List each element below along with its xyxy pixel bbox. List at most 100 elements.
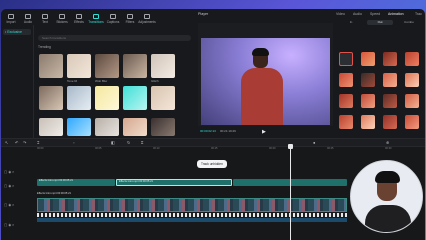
transition-thumb[interactable]: [67, 54, 91, 78]
player-controls: 00:00:02:13 00:21:19:29 ▶: [198, 127, 333, 137]
animation-preset[interactable]: [339, 94, 353, 108]
tab-label: Adjustments: [138, 20, 156, 24]
track-controls[interactable]: ▢ ◉ ◐: [4, 170, 14, 174]
transition-thumb[interactable]: [123, 118, 147, 136]
transition-thumb[interactable]: [67, 86, 91, 110]
tab-speed[interactable]: Speed: [370, 12, 380, 16]
redo-icon[interactable]: ↷: [23, 140, 26, 145]
overlay-clip[interactable]: Effects Intro.mp4 00:00:05:21: [37, 179, 115, 186]
animation-preset[interactable]: [339, 115, 353, 129]
edit-toolbar: ↖ ↶ ↷ ⌶ ▫ ◧ ↻ ⌗ ● ⊕: [1, 138, 425, 147]
crop-icon[interactable]: ⌗: [141, 140, 143, 145]
overlay-clip[interactable]: Effects Intro.mp4 00:00:05:21: [116, 179, 232, 186]
animation-preset[interactable]: [383, 94, 397, 108]
mirror-icon[interactable]: ◧: [111, 140, 115, 145]
animation-preset[interactable]: [405, 115, 419, 129]
transition-thumb[interactable]: [95, 86, 119, 110]
main-video-clip[interactable]: [37, 198, 347, 212]
presenter-hair: [252, 48, 269, 56]
transitions-panel: Search transitions Trending Tone Ri Wob …: [34, 25, 197, 138]
ruler-tick: 00:30: [385, 147, 392, 150]
clip-name: Effects Intro.mp4 00:00:05:21: [39, 179, 73, 182]
tab-video[interactable]: Video: [336, 12, 345, 16]
ruler-tick: 00:25: [327, 147, 334, 150]
rotate-icon[interactable]: ↻: [127, 140, 130, 145]
subtab-out[interactable]: Out: [367, 20, 393, 25]
tab-stickers[interactable]: Stickers: [54, 9, 70, 24]
track-controls[interactable]: ▢ ◉ ◐: [4, 184, 14, 188]
tab-captions[interactable]: Captions: [105, 9, 121, 24]
current-timecode: 00:00:02:13: [200, 129, 216, 133]
thumb-label: Glitch: [151, 79, 159, 83]
tab-text[interactable]: Text: [37, 9, 53, 24]
tab-label: Import: [6, 20, 16, 24]
clip-name: Effects Intro.mp4 00:00:05:21: [119, 180, 153, 183]
subtab-combo[interactable]: Combo: [396, 20, 422, 25]
mic-icon[interactable]: ●: [313, 140, 315, 145]
thumb-label: Wob Blur: [95, 79, 108, 83]
play-icon[interactable]: ▶: [262, 129, 266, 135]
adjustments-icon: [144, 14, 150, 19]
animation-preset[interactable]: [405, 73, 419, 87]
zoom-slider-icon[interactable]: ⊕: [386, 140, 389, 145]
animation-preset[interactable]: [339, 73, 353, 87]
transition-thumb[interactable]: [151, 86, 175, 110]
section-label: Trending: [38, 45, 51, 49]
captions-icon: [110, 14, 116, 19]
audio-icon: [25, 14, 31, 19]
tab-effects[interactable]: Effects: [71, 9, 87, 24]
animation-preset[interactable]: [405, 52, 419, 66]
transition-thumb[interactable]: [95, 54, 119, 78]
sticker-icon: [59, 14, 65, 19]
animation-preset[interactable]: [405, 94, 419, 108]
effects-icon: [76, 14, 82, 19]
transition-thumb[interactable]: [39, 86, 63, 110]
delete-icon[interactable]: ▫: [73, 140, 74, 145]
tab-transitions[interactable]: Transitions: [88, 9, 104, 24]
tab-label: Text: [42, 20, 48, 24]
animation-preset[interactable]: [361, 52, 375, 66]
category-exclusive[interactable]: • Exclusive: [3, 29, 31, 35]
tab-tracking[interactable]: Trac: [415, 12, 422, 16]
tab-animation[interactable]: Animation: [388, 12, 404, 16]
transition-thumb[interactable]: [151, 54, 175, 78]
animation-preset[interactable]: [383, 73, 397, 87]
animation-preset[interactable]: [383, 115, 397, 129]
animation-preset[interactable]: [361, 94, 375, 108]
transitions-icon: [93, 14, 99, 19]
ruler-tick: 00:00: [37, 147, 44, 150]
presenter-torso: [241, 68, 283, 125]
transition-thumb[interactable]: [39, 118, 63, 136]
tab-filters[interactable]: Filters: [122, 9, 138, 24]
audio-waveform[interactable]: [37, 218, 347, 222]
animation-none[interactable]: [339, 52, 353, 66]
animation-preset[interactable]: [361, 73, 375, 87]
presenter-figure: [239, 48, 285, 125]
duration-timecode: 00:21:19:29: [220, 129, 236, 133]
track-controls[interactable]: ▢ ◉ ◐: [4, 203, 14, 207]
tab-audio[interactable]: Audio: [20, 9, 36, 24]
transition-thumb[interactable]: [123, 86, 147, 110]
transition-thumb[interactable]: [151, 118, 175, 136]
inspector-panel: Video Audio Speed Animation Trac In Out …: [335, 12, 425, 137]
select-icon[interactable]: ↖: [5, 140, 8, 145]
transition-thumb[interactable]: [39, 54, 63, 78]
playhead[interactable]: [288, 144, 293, 240]
subtab-in[interactable]: In: [338, 20, 364, 25]
transition-thumb[interactable]: [67, 118, 91, 136]
animation-preset[interactable]: [361, 115, 375, 129]
text-icon: [42, 14, 48, 19]
video-preview: [201, 38, 330, 125]
animation-preset[interactable]: [383, 52, 397, 66]
transition-thumb[interactable]: [123, 54, 147, 78]
tab-label: Filters: [125, 20, 135, 24]
undo-icon[interactable]: ↶: [15, 140, 18, 145]
track-controls[interactable]: ▢ ◉ ◐: [4, 223, 14, 227]
search-input[interactable]: Search transitions: [38, 35, 191, 41]
transition-thumb[interactable]: [95, 118, 119, 136]
tab-audio-inspector[interactable]: Audio: [353, 12, 362, 16]
split-icon[interactable]: ⌶: [37, 140, 39, 145]
tab-label: Audio: [23, 20, 33, 24]
tab-import[interactable]: Import: [3, 9, 19, 24]
tab-adjustments[interactable]: Adjustments: [138, 9, 156, 24]
